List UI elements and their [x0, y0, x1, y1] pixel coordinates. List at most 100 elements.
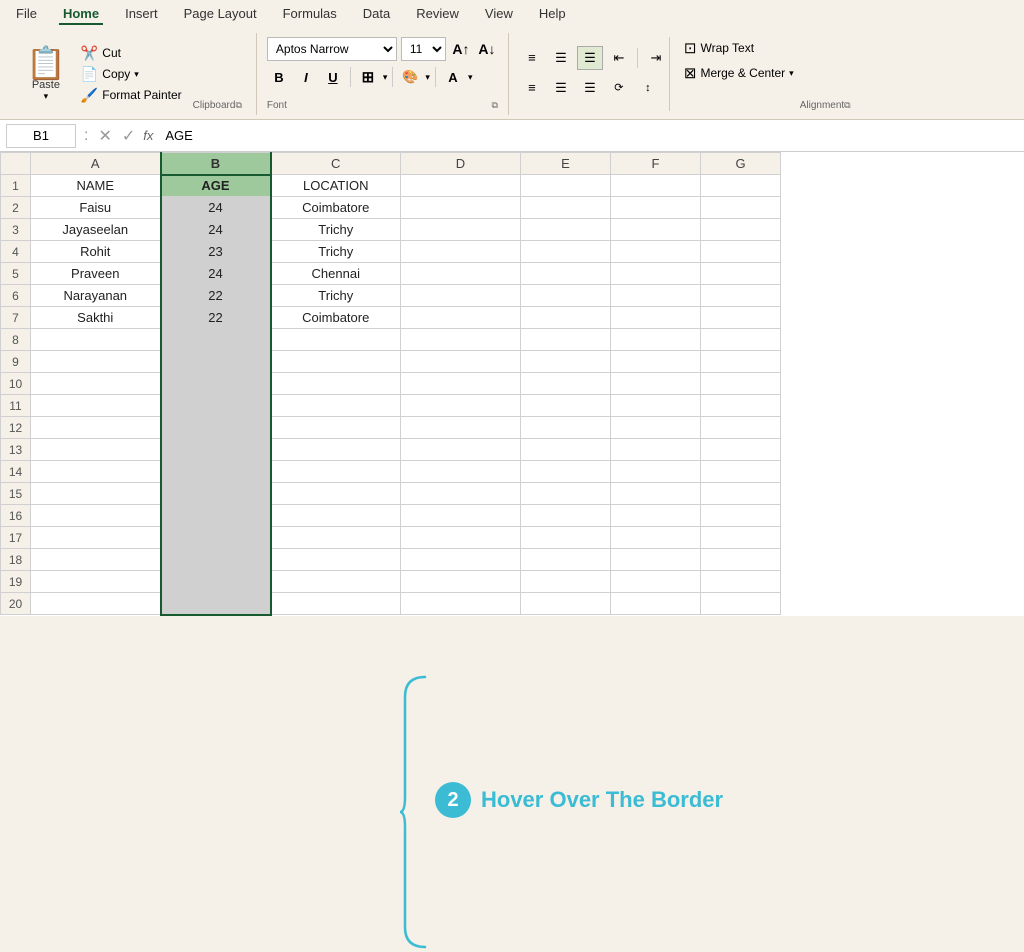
- row-header-1[interactable]: 1: [1, 175, 31, 197]
- cell-E17[interactable]: [521, 527, 611, 549]
- cell-D16[interactable]: [401, 505, 521, 527]
- formula-cancel-icon[interactable]: ✕: [96, 126, 113, 146]
- cell-E19[interactable]: [521, 571, 611, 593]
- cell-A14[interactable]: [31, 461, 161, 483]
- cell-D9[interactable]: [401, 351, 521, 373]
- cell-C6[interactable]: Trichy: [271, 285, 401, 307]
- col-header-C[interactable]: C: [271, 153, 401, 175]
- menu-home[interactable]: Home: [59, 4, 103, 25]
- col-header-E[interactable]: E: [521, 153, 611, 175]
- menu-view[interactable]: View: [481, 4, 517, 25]
- underline-button[interactable]: U: [321, 65, 345, 89]
- cell-F5[interactable]: [611, 263, 701, 285]
- cell-E20[interactable]: [521, 593, 611, 615]
- row-header-11[interactable]: 11: [1, 395, 31, 417]
- cell-D2[interactable]: [401, 197, 521, 219]
- paste-dropdown-arrow[interactable]: ▾: [44, 91, 49, 102]
- cell-B1[interactable]: AGE: [161, 175, 271, 197]
- cell-B2[interactable]: 24: [161, 197, 271, 219]
- border-button[interactable]: ⊞: [356, 65, 380, 89]
- font-size-decrease-button[interactable]: A↓: [476, 38, 498, 60]
- cell-F3[interactable]: [611, 219, 701, 241]
- cell-G12[interactable]: [701, 417, 781, 439]
- cell-C11[interactable]: [271, 395, 401, 417]
- cell-E15[interactable]: [521, 483, 611, 505]
- cell-E16[interactable]: [521, 505, 611, 527]
- menu-formulas[interactable]: Formulas: [279, 4, 341, 25]
- row-header-13[interactable]: 13: [1, 439, 31, 461]
- row-header-19[interactable]: 19: [1, 571, 31, 593]
- cell-F12[interactable]: [611, 417, 701, 439]
- cell-D8[interactable]: [401, 329, 521, 351]
- cell-G11[interactable]: [701, 395, 781, 417]
- cell-E9[interactable]: [521, 351, 611, 373]
- row-header-5[interactable]: 5: [1, 263, 31, 285]
- cell-G3[interactable]: [701, 219, 781, 241]
- cell-B19[interactable]: [161, 571, 271, 593]
- menu-pagelayout[interactable]: Page Layout: [180, 4, 261, 25]
- cell-B14[interactable]: [161, 461, 271, 483]
- cell-F2[interactable]: [611, 197, 701, 219]
- cell-E18[interactable]: [521, 549, 611, 571]
- cell-G20[interactable]: [701, 593, 781, 615]
- cell-E11[interactable]: [521, 395, 611, 417]
- cell-B6[interactable]: 22: [161, 285, 271, 307]
- row-header-3[interactable]: 3: [1, 219, 31, 241]
- font-family-selector[interactable]: Aptos Narrow: [267, 37, 397, 61]
- cell-D3[interactable]: [401, 219, 521, 241]
- row-header-4[interactable]: 4: [1, 241, 31, 263]
- cell-G9[interactable]: [701, 351, 781, 373]
- align-top-center-button[interactable]: ☰: [548, 46, 574, 70]
- cell-F7[interactable]: [611, 307, 701, 329]
- cell-C2[interactable]: Coimbatore: [271, 197, 401, 219]
- cell-B4[interactable]: 23: [161, 241, 271, 263]
- cell-D5[interactable]: [401, 263, 521, 285]
- cell-F15[interactable]: [611, 483, 701, 505]
- col-header-B[interactable]: B: [161, 153, 271, 175]
- cell-B11[interactable]: [161, 395, 271, 417]
- menu-file[interactable]: File: [12, 4, 41, 25]
- cell-D18[interactable]: [401, 549, 521, 571]
- cell-C14[interactable]: [271, 461, 401, 483]
- cell-D17[interactable]: [401, 527, 521, 549]
- cell-B10[interactable]: [161, 373, 271, 395]
- text-orientation-button[interactable]: ↕: [635, 76, 661, 100]
- cell-A10[interactable]: [31, 373, 161, 395]
- cell-C10[interactable]: [271, 373, 401, 395]
- cell-A4[interactable]: Rohit: [31, 241, 161, 263]
- cell-D7[interactable]: [401, 307, 521, 329]
- cell-G6[interactable]: [701, 285, 781, 307]
- cell-A8[interactable]: [31, 329, 161, 351]
- cell-F13[interactable]: [611, 439, 701, 461]
- cell-F17[interactable]: [611, 527, 701, 549]
- cell-G10[interactable]: [701, 373, 781, 395]
- align-right-button[interactable]: ☰: [577, 76, 603, 100]
- cell-C3[interactable]: Trichy: [271, 219, 401, 241]
- align-left-button[interactable]: ≡: [519, 76, 545, 100]
- row-header-7[interactable]: 7: [1, 307, 31, 329]
- cell-G14[interactable]: [701, 461, 781, 483]
- cell-B15[interactable]: [161, 483, 271, 505]
- cell-E13[interactable]: [521, 439, 611, 461]
- cell-D15[interactable]: [401, 483, 521, 505]
- cell-F19[interactable]: [611, 571, 701, 593]
- cell-A16[interactable]: [31, 505, 161, 527]
- align-center-button[interactable]: ☰: [548, 76, 574, 100]
- font-expand-icon[interactable]: ⧉: [491, 100, 497, 111]
- col-header-A[interactable]: A: [31, 153, 161, 175]
- border-dropdown[interactable]: ▾: [383, 72, 388, 83]
- menu-data[interactable]: Data: [359, 4, 394, 25]
- cell-F4[interactable]: [611, 241, 701, 263]
- cell-G7[interactable]: [701, 307, 781, 329]
- cell-B17[interactable]: [161, 527, 271, 549]
- cell-G5[interactable]: [701, 263, 781, 285]
- cell-A17[interactable]: [31, 527, 161, 549]
- row-header-2[interactable]: 2: [1, 197, 31, 219]
- cell-B3[interactable]: 24: [161, 219, 271, 241]
- cell-B9[interactable]: [161, 351, 271, 373]
- menu-insert[interactable]: Insert: [121, 4, 162, 25]
- row-header-12[interactable]: 12: [1, 417, 31, 439]
- formula-input[interactable]: [159, 126, 1018, 145]
- cell-A3[interactable]: Jayaseelan: [31, 219, 161, 241]
- cell-G13[interactable]: [701, 439, 781, 461]
